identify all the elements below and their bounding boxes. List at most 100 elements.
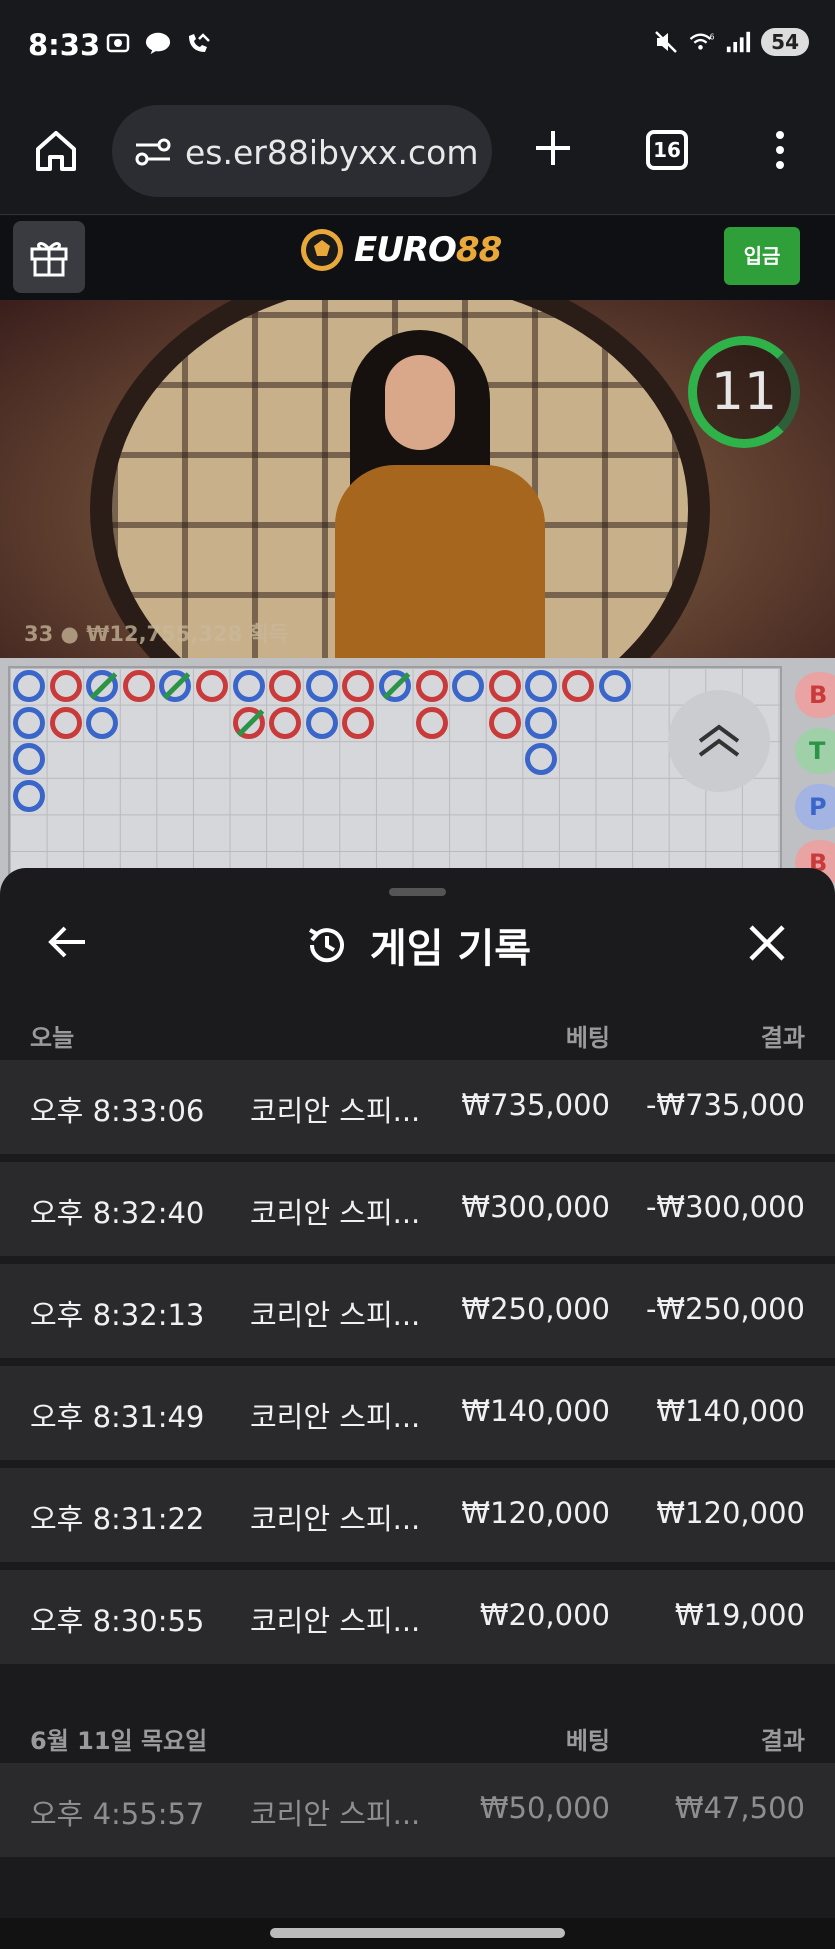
deposit-button[interactable]: 입금: [724, 227, 800, 285]
row-result: -₩735,000: [645, 1088, 805, 1122]
history-row[interactable]: 오후 8:30:55 코리안 스피... ₩20,000 ₩19,000: [0, 1570, 835, 1664]
close-icon: [749, 925, 785, 961]
row-time: 오후 8:32:40: [30, 1196, 205, 1230]
row-bet: ₩140,000: [461, 1394, 610, 1428]
history-row[interactable]: 오후 4:55:57 코리안 스피... ₩50,000 ₩47,500: [0, 1763, 835, 1857]
dealer-body: [335, 465, 545, 658]
road-bead: [13, 670, 45, 702]
road-bead: [232, 670, 265, 702]
road-bead: [13, 706, 45, 739]
plus-icon: [536, 131, 570, 165]
row-result: ₩19,000: [674, 1598, 805, 1632]
more-vert-icon: [776, 131, 784, 169]
wifi-icon: 6: [689, 29, 715, 55]
road-bead: [598, 670, 631, 702]
site-logo[interactable]: EURO88: [298, 226, 502, 274]
section-header-today: 오늘 베팅 결과: [0, 1008, 835, 1058]
win-amount: ₩12,755,328: [86, 622, 243, 646]
road-bead: [342, 706, 375, 739]
close-button[interactable]: [746, 922, 788, 964]
site-settings-icon[interactable]: [134, 137, 172, 167]
new-tab-button[interactable]: [528, 123, 578, 173]
road-bead: [452, 670, 485, 702]
history-row[interactable]: 오후 8:31:22 코리안 스피... ₩120,000 ₩120,000: [0, 1468, 835, 1562]
live-video[interactable]: 11 33 ● ₩12,755,328 획득: [0, 300, 835, 658]
section-header-earlier: 6월 11일 목요일 베팅 결과: [0, 1711, 835, 1761]
road-bead: [13, 743, 45, 776]
game-history-sheet: 게임 기록 오늘 베팅 결과 오후 8:33:06 코리안 스피... ₩735,0…: [0, 868, 835, 1918]
road-bead: [269, 670, 302, 702]
gift-button[interactable]: [13, 221, 85, 293]
road-bead: [49, 670, 82, 702]
road-bead: [488, 670, 521, 702]
road-bead: [379, 670, 411, 702]
row-result: ₩47,500: [674, 1791, 805, 1825]
road-bead: [269, 706, 302, 739]
bet-column-header: 베팅: [565, 1727, 610, 1755]
result-column-header: 결과: [760, 1727, 805, 1755]
row-bet: ₩20,000: [479, 1598, 610, 1632]
road-bead: [232, 706, 265, 739]
dealer-face: [385, 355, 455, 450]
person-icon: ●: [60, 622, 79, 646]
expand-button[interactable]: [668, 690, 770, 792]
row-result: ₩120,000: [656, 1496, 805, 1530]
row-bet: ₩120,000: [461, 1496, 610, 1530]
drag-handle[interactable]: [389, 888, 446, 896]
logo-text: EURO88: [354, 230, 502, 270]
row-time: 오후 8:32:13: [30, 1298, 205, 1332]
bet-column-header: 베팅: [565, 1024, 610, 1052]
row-bet: ₩735,000: [461, 1088, 610, 1122]
row-bet: ₩250,000: [461, 1292, 610, 1326]
home-icon: [36, 131, 76, 171]
side-label-player[interactable]: P: [795, 784, 835, 830]
row-game: 코리안 스피...: [250, 1400, 421, 1434]
signal-icon: [725, 29, 751, 55]
countdown-timer: 11: [688, 336, 800, 448]
row-time: 오후 8:30:55: [30, 1604, 205, 1638]
more-menu-button[interactable]: [765, 125, 795, 175]
row-game: 코리안 스피...: [250, 1797, 421, 1831]
history-row[interactable]: 오후 8:33:06 코리안 스피... ₩735,000 -₩735,000: [0, 1060, 835, 1154]
road-bead: [13, 779, 45, 812]
row-result: -₩300,000: [645, 1190, 805, 1224]
history-row[interactable]: 오후 8:32:40 코리안 스피... ₩300,000 -₩300,000: [0, 1162, 835, 1256]
status-time: 8:33: [28, 28, 101, 62]
row-time: 오후 8:31:49: [30, 1400, 205, 1434]
row-game: 코리안 스피...: [250, 1298, 421, 1332]
gesture-bar[interactable]: [270, 1928, 565, 1938]
gift-icon: [30, 242, 68, 277]
row-time: 오후 8:31:22: [30, 1502, 205, 1536]
row-game: 코리안 스피...: [250, 1094, 421, 1128]
address-bar[interactable]: es.er88ibyxx.com: [112, 105, 492, 197]
side-label-banker[interactable]: B: [795, 672, 835, 718]
road-bead: [49, 706, 82, 739]
players-count: 33: [24, 622, 54, 646]
tab-switcher-button[interactable]: 16: [646, 130, 688, 170]
section-label: 6월 11일 목요일: [30, 1727, 208, 1755]
row-time: 오후 4:55:57: [30, 1797, 205, 1831]
road-bead: [525, 706, 558, 739]
road-bead: [196, 670, 228, 702]
side-label-tie[interactable]: T: [795, 728, 835, 774]
row-bet: ₩50,000: [479, 1791, 610, 1825]
row-result: -₩250,000: [645, 1292, 805, 1326]
row-result: ₩140,000: [656, 1394, 805, 1428]
win-suffix: 획득: [249, 622, 289, 646]
sheet-title: 게임 기록: [0, 916, 835, 974]
row-game: 코리안 스피...: [250, 1502, 421, 1536]
row-bet: ₩300,000: [461, 1190, 610, 1224]
status-bar: 8:33 6 54: [0, 0, 835, 95]
home-button[interactable]: [30, 125, 82, 177]
history-icon: [308, 928, 344, 963]
road-bead: [305, 706, 338, 739]
history-row[interactable]: 오후 8:32:13 코리안 스피... ₩250,000 -₩250,000: [0, 1264, 835, 1358]
section-label: 오늘: [30, 1024, 75, 1052]
road-bead: [415, 706, 448, 739]
history-row[interactable]: 오후 8:31:49 코리안 스피... ₩140,000 ₩140,000: [0, 1366, 835, 1460]
road-bead: [86, 706, 119, 739]
road-bead: [305, 670, 338, 702]
row-time: 오후 8:33:06: [30, 1094, 205, 1128]
site-header: EURO88 입금: [0, 216, 835, 300]
missed-call-icon: [185, 30, 211, 56]
